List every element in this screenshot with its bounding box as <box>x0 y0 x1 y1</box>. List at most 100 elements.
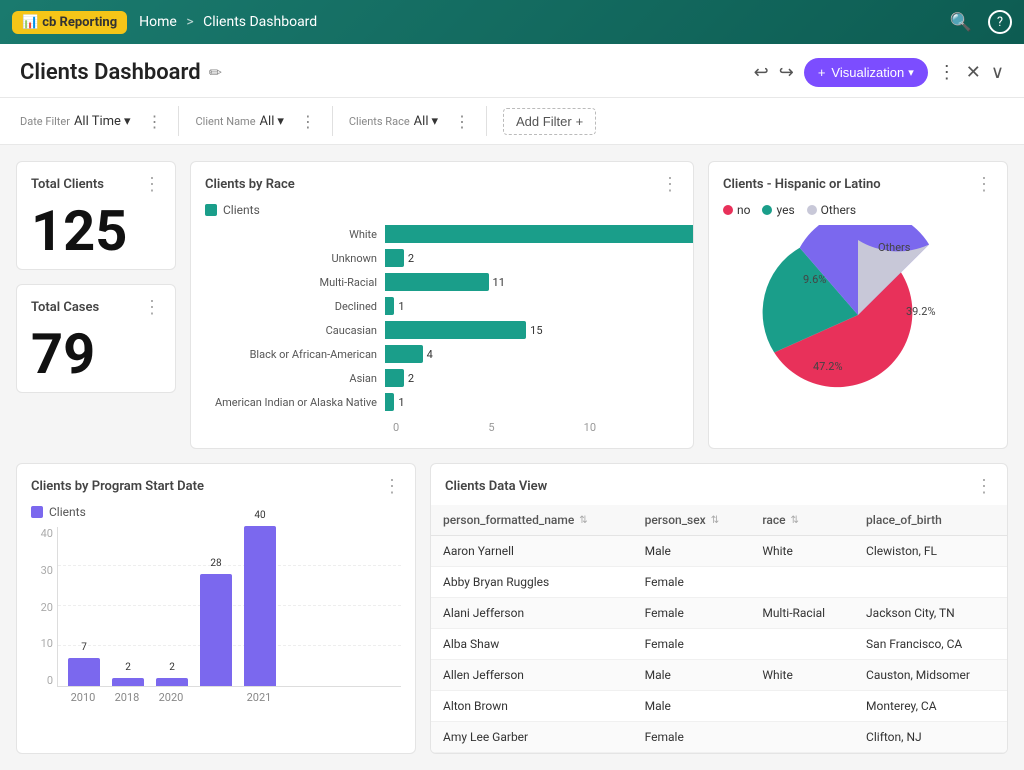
search-icon[interactable]: 🔍 <box>950 12 972 33</box>
table-row[interactable]: Allen Jefferson Male White Causton, Mids… <box>431 660 1007 691</box>
clients-data-table: person_formatted_name ⇅ person_sex ⇅ <box>431 505 1007 753</box>
cell-name: Alba Shaw <box>431 629 633 660</box>
client-name-filter[interactable]: Client Name All ▾ <box>195 114 283 129</box>
total-cases-title: Total Cases <box>31 300 99 315</box>
table-row[interactable]: Alba Shaw Female San Francisco, CA <box>431 629 1007 660</box>
program-v-chart: 40 30 20 10 0 <box>17 527 415 718</box>
bar-value: 1 <box>398 300 404 313</box>
legend-item: yes <box>762 203 794 217</box>
add-filter-button[interactable]: Add Filter + <box>503 108 596 135</box>
cell-birth: Jackson City, TN <box>854 598 1007 629</box>
filter-separator-2 <box>332 106 333 136</box>
legend-circle <box>723 205 733 215</box>
date-filter-label: Date Filter <box>20 115 70 128</box>
v-bar-2010: 7 <box>68 658 100 686</box>
y-axis-30: 30 <box>41 564 53 577</box>
table-row[interactable]: Alton Brown Male Monterey, CA <box>431 691 1007 722</box>
table-row[interactable]: Amy Lee Garber Female Clifton, NJ <box>431 722 1007 753</box>
table-row[interactable]: Alani Jefferson Female Multi-Racial Jack… <box>431 598 1007 629</box>
cell-sex: Male <box>633 660 751 691</box>
bar-row: Multi-Racial 11 <box>205 273 679 291</box>
help-icon[interactable]: ? <box>988 10 1012 34</box>
total-cases-more-icon[interactable]: ⋮ <box>143 297 161 318</box>
axis-tick-5: 5 <box>488 421 583 434</box>
x-label-2018: 2018 <box>111 691 143 704</box>
total-clients-card: Total Clients ⋮ 125 <box>16 161 176 270</box>
v-bar-2021-fill: 40 <box>244 526 276 686</box>
bar-fill <box>385 273 489 291</box>
date-filter-more-icon[interactable]: ⋮ <box>146 112 162 131</box>
clients-by-race-title: Clients by Race <box>205 177 295 192</box>
total-clients-more-icon[interactable]: ⋮ <box>143 174 161 195</box>
hispanic-more-icon[interactable]: ⋮ <box>975 174 993 195</box>
cell-birth: San Francisco, CA <box>854 629 1007 660</box>
logo-text: cb Reporting <box>42 15 117 30</box>
clients-by-race-more-icon[interactable]: ⋮ <box>661 174 679 195</box>
race-filter[interactable]: Clients Race All ▾ <box>349 114 438 129</box>
edit-title-icon[interactable]: ✏ <box>209 63 222 82</box>
top-navigation: 📊 cb Reporting Home > Clients Dashboard … <box>0 0 1024 44</box>
col-race-label: race <box>762 513 785 527</box>
race-filter-value[interactable]: All ▾ <box>414 114 438 129</box>
client-name-value[interactable]: All ▾ <box>260 114 284 129</box>
x-label-2020b <box>199 691 231 704</box>
page-header: Clients Dashboard ✏ ↩ ↪ + Visualization … <box>0 44 1024 98</box>
col-header-birth[interactable]: place_of_birth <box>854 505 1007 536</box>
undo-button[interactable]: ↩ <box>754 62 769 83</box>
filter-bar: Date Filter All Time ▾ ⋮ Client Name All… <box>0 98 1024 145</box>
col-header-race[interactable]: race ⇅ <box>750 505 854 536</box>
v-bar-2020a-label: 2 <box>169 662 175 673</box>
v-bar-2020a: 2 <box>156 678 188 686</box>
app-logo[interactable]: 📊 cb Reporting <box>12 11 127 34</box>
bar-row: American Indian or Alaska Native 1 <box>205 393 679 411</box>
v-bar-2020b-label: 28 <box>210 558 221 569</box>
data-table-more-icon[interactable]: ⋮ <box>975 476 993 497</box>
axis-tick-0: 0 <box>393 421 488 434</box>
total-cases-value: 79 <box>17 326 175 392</box>
bar-track: 1 <box>385 393 679 411</box>
bar-track: 34 <box>385 225 694 243</box>
redo-button[interactable]: ↪ <box>779 62 794 83</box>
y-axis-10: 10 <box>41 637 53 650</box>
v-bar-2018-label: 2 <box>125 662 131 673</box>
add-visualization-button[interactable]: + Visualization ▾ <box>804 58 928 87</box>
logo-icon: 📊 <box>22 15 38 30</box>
x-label-2021: 2021 <box>243 691 275 704</box>
date-filter[interactable]: Date Filter All Time ▾ <box>20 114 130 129</box>
breadcrumb-home[interactable]: Home <box>139 14 177 30</box>
col-header-name[interactable]: person_formatted_name ⇅ <box>431 505 633 536</box>
sort-icon-name: ⇅ <box>579 515 587 526</box>
bar-row: Caucasian 15 <box>205 321 679 339</box>
table-row[interactable]: Aaron Yarnell Male White Clewiston, FL <box>431 536 1007 567</box>
data-table-title: Clients Data View <box>445 479 547 494</box>
y-axis: 40 30 20 10 0 <box>31 527 57 687</box>
bar-row: Asian 2 <box>205 369 679 387</box>
cell-birth <box>854 567 1007 598</box>
close-button[interactable]: ✕ <box>966 62 981 83</box>
cell-race <box>750 567 854 598</box>
pie-chart-container: 47.2% 9.6% 39.2% Others <box>709 225 1007 415</box>
bar-fill <box>385 225 694 243</box>
race-filter-more-icon[interactable]: ⋮ <box>454 112 470 131</box>
hispanic-pie-chart: 47.2% 9.6% 39.2% Others <box>748 225 968 405</box>
program-chart-more-icon[interactable]: ⋮ <box>383 476 401 497</box>
breadcrumb: Home > Clients Dashboard <box>139 14 317 30</box>
expand-button[interactable]: ∨ <box>991 62 1004 83</box>
bar-fill <box>385 369 404 387</box>
client-name-more-icon[interactable]: ⋮ <box>300 112 316 131</box>
table-wrapper[interactable]: person_formatted_name ⇅ person_sex ⇅ <box>431 505 1007 753</box>
bar-fill <box>385 393 394 411</box>
cell-race <box>750 691 854 722</box>
table-row[interactable]: Abby Bryan Ruggles Female <box>431 567 1007 598</box>
total-cases-header: Total Cases ⋮ <box>17 285 175 326</box>
more-options-button[interactable]: ⋮ <box>938 62 956 83</box>
hispanic-card: Clients - Hispanic or Latino ⋮ noyesOthe… <box>708 161 1008 449</box>
chevron-down-icon: ▾ <box>124 114 131 129</box>
col-header-sex[interactable]: person_sex ⇅ <box>633 505 751 536</box>
date-filter-value[interactable]: All Time ▾ <box>74 114 131 129</box>
table-head: person_formatted_name ⇅ person_sex ⇅ <box>431 505 1007 536</box>
bar-fill <box>385 345 423 363</box>
v-bar-2018: 2 <box>112 678 144 686</box>
pie-label-yes: 9.6% <box>803 273 826 286</box>
bar-track: 2 <box>385 249 679 267</box>
